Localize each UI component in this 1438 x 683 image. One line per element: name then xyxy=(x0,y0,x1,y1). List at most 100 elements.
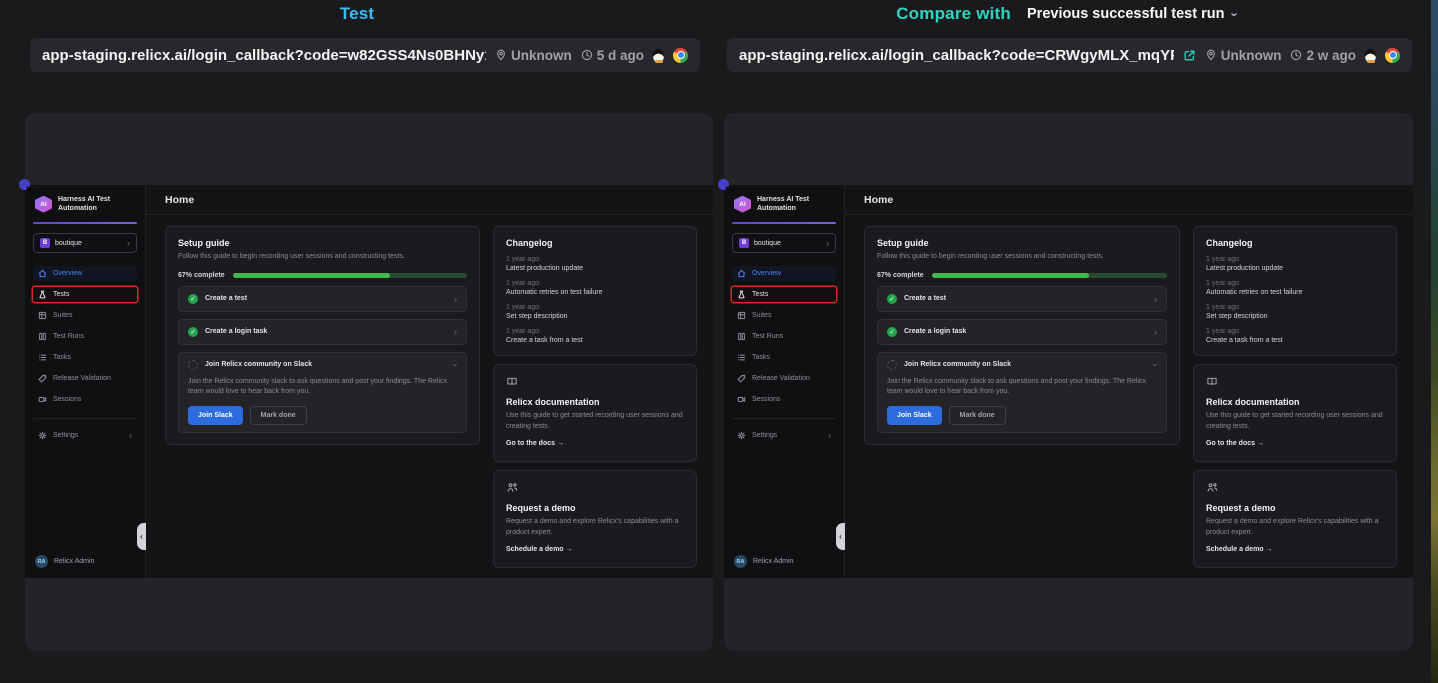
sidebar-item-sessions[interactable]: Sessions xyxy=(732,392,836,407)
user-menu[interactable]: RA Relicx Admin xyxy=(732,553,836,570)
brand: AI Harness AI Test Automation xyxy=(732,195,836,213)
sidebar-item-label: Release Validation xyxy=(752,375,810,382)
user-name: Relicx Admin xyxy=(753,558,793,565)
sidebar-item-settings[interactable]: Settings › xyxy=(33,428,137,443)
sidebar-item-test-runs[interactable]: Test Runs xyxy=(732,329,836,344)
sidebar-collapse-handle[interactable]: ‹ xyxy=(836,523,845,550)
documentation-description: Use this guide to get started recording … xyxy=(506,411,684,432)
sidebar-item-label: Suites xyxy=(53,312,72,319)
home-icon xyxy=(38,269,47,278)
changelog-entry-title: Automatic retries on test failure xyxy=(1206,289,1384,296)
sidebar-item-test-runs[interactable]: Test Runs xyxy=(33,329,137,344)
sidebar-item-label: Tasks xyxy=(53,354,71,361)
documentation-title: Relicx documentation xyxy=(506,397,684,407)
age-badge: 2 w ago xyxy=(1290,48,1356,63)
sidebar-item-overview[interactable]: Overview xyxy=(33,266,137,281)
chrome-browser-icon xyxy=(1385,48,1400,63)
sidebar-item-tests[interactable]: Tests xyxy=(33,287,137,302)
setup-guide-title: Setup guide xyxy=(178,238,467,248)
changelog-time: 1 year ago xyxy=(506,280,684,287)
project-selector[interactable]: B boutique › xyxy=(732,233,836,253)
go-to-docs-link[interactable]: Go to the docs → xyxy=(506,440,564,447)
external-link-icon xyxy=(1183,49,1196,62)
avatar: RA xyxy=(35,555,48,568)
people-icon xyxy=(506,482,518,493)
sidebar-accent-divider xyxy=(33,222,137,224)
sidebar-item-label: Tests xyxy=(752,291,768,298)
video-icon xyxy=(737,395,746,404)
content-right-column: Changelog 1 year ago Latest production u… xyxy=(493,226,697,568)
flask-icon xyxy=(737,290,746,299)
changelog-entry-title: Create a task from a test xyxy=(1206,337,1384,344)
guide-item-create-test[interactable]: ✓ Create a test › xyxy=(877,286,1167,312)
changelog-entry-title: Set step description xyxy=(1206,313,1384,320)
harness-logo-icon: AI xyxy=(35,196,52,213)
sidebar-item-release-validation[interactable]: Release Validation xyxy=(732,371,836,386)
sidebar-item-tasks[interactable]: Tasks xyxy=(732,350,836,365)
test-column-header: Test xyxy=(0,0,714,28)
guide-item-description: Join the Relicx community slack to ask q… xyxy=(188,377,457,398)
guide-item-create-login-task[interactable]: ✓ Create a login task › xyxy=(877,319,1167,345)
mark-done-button[interactable]: Mark done xyxy=(250,406,307,425)
sidebar-item-release-validation[interactable]: Release Validation xyxy=(33,371,137,386)
guide-item-description: Join the Relicx community slack to ask q… xyxy=(887,377,1157,398)
sidebar-item-label: Tasks xyxy=(752,354,770,361)
compare-column-title: Compare with xyxy=(896,4,1011,24)
join-slack-button[interactable]: Join Slack xyxy=(887,406,942,425)
changelog-entry: 1 year ago Set step description xyxy=(1206,304,1384,320)
check-circle-icon: ✓ xyxy=(188,327,198,337)
sidebar-item-label: Tests xyxy=(53,291,69,298)
open-external-button[interactable] xyxy=(1183,49,1196,62)
columns-icon xyxy=(38,332,47,341)
location-pin-icon xyxy=(495,49,507,61)
documentation-title: Relicx documentation xyxy=(1206,397,1384,407)
guide-item-create-login-task[interactable]: ✓ Create a login task › xyxy=(178,319,467,345)
project-badge: B xyxy=(739,238,749,248)
schedule-demo-link[interactable]: Schedule a demo → xyxy=(506,546,573,553)
progress-bar xyxy=(233,273,467,278)
project-selector[interactable]: B boutique › xyxy=(33,233,137,253)
guide-item-header[interactable]: Join Relicx community on Slack › xyxy=(188,360,457,370)
user-menu[interactable]: RA Relicx Admin xyxy=(33,553,137,570)
go-to-docs-link[interactable]: Go to the docs → xyxy=(1206,440,1264,447)
test-url: app-staging.relicx.ai/login_callback?cod… xyxy=(42,47,486,64)
page-header: Home xyxy=(845,185,1413,215)
guide-item-header[interactable]: Join Relicx community on Slack › xyxy=(887,360,1157,370)
sidebar-item-label: Settings xyxy=(53,432,78,439)
sidebar-item-label: Release Validation xyxy=(53,375,111,382)
sidebar-item-suites[interactable]: Suites xyxy=(732,308,836,323)
join-slack-button[interactable]: Join Slack xyxy=(188,406,243,425)
setup-guide-description: Follow this guide to begin recording use… xyxy=(877,252,1167,263)
schedule-demo-link[interactable]: Schedule a demo → xyxy=(1206,546,1273,553)
guide-item-join-slack: Join Relicx community on Slack › Join th… xyxy=(877,352,1167,433)
compare-screenshot-panel[interactable]: AI Harness AI Test Automation B boutique… xyxy=(724,113,1413,651)
chrome-browser-icon xyxy=(673,48,688,63)
changelog-time: 1 year ago xyxy=(506,304,684,311)
guide-item-label: Create a test xyxy=(904,295,1147,302)
compare-url-bar: app-staging.relicx.ai/login_callback?cod… xyxy=(727,38,1412,72)
sidebar-item-overview[interactable]: Overview xyxy=(732,266,836,281)
guide-item-label: Join Relicx community on Slack xyxy=(904,361,1147,368)
brand-name-line1: Harness AI Test xyxy=(757,195,809,204)
guide-item-create-test[interactable]: ✓ Create a test › xyxy=(178,286,467,312)
sidebar-item-tasks[interactable]: Tasks xyxy=(33,350,137,365)
chevron-right-icon: › xyxy=(454,327,457,337)
changelog-time: 1 year ago xyxy=(1206,280,1384,287)
sidebar-item-suites[interactable]: Suites xyxy=(33,308,137,323)
chevron-right-icon: › xyxy=(826,239,829,248)
compare-run-selector[interactable]: Previous successful test run › xyxy=(1027,6,1238,22)
test-screenshot-panel[interactable]: AI Harness AI Test Automation B boutique… xyxy=(25,113,713,651)
brand-name-line1: Harness AI Test xyxy=(58,195,110,204)
book-icon xyxy=(1206,376,1218,387)
linux-penguin-icon xyxy=(653,49,664,62)
guide-item-label: Join Relicx community on Slack xyxy=(205,361,447,368)
sidebar-item-tests[interactable]: Tests xyxy=(732,287,836,302)
changelog-time: 1 year ago xyxy=(506,256,684,263)
cursor-marker-icon xyxy=(19,179,33,195)
age-value: 2 w ago xyxy=(1306,48,1356,63)
location-badge: Unknown xyxy=(1205,48,1282,63)
sidebar-item-sessions[interactable]: Sessions xyxy=(33,392,137,407)
sidebar-item-settings[interactable]: Settings › xyxy=(732,428,836,443)
mark-done-button[interactable]: Mark done xyxy=(949,406,1006,425)
sidebar-collapse-handle[interactable]: ‹ xyxy=(137,523,146,550)
